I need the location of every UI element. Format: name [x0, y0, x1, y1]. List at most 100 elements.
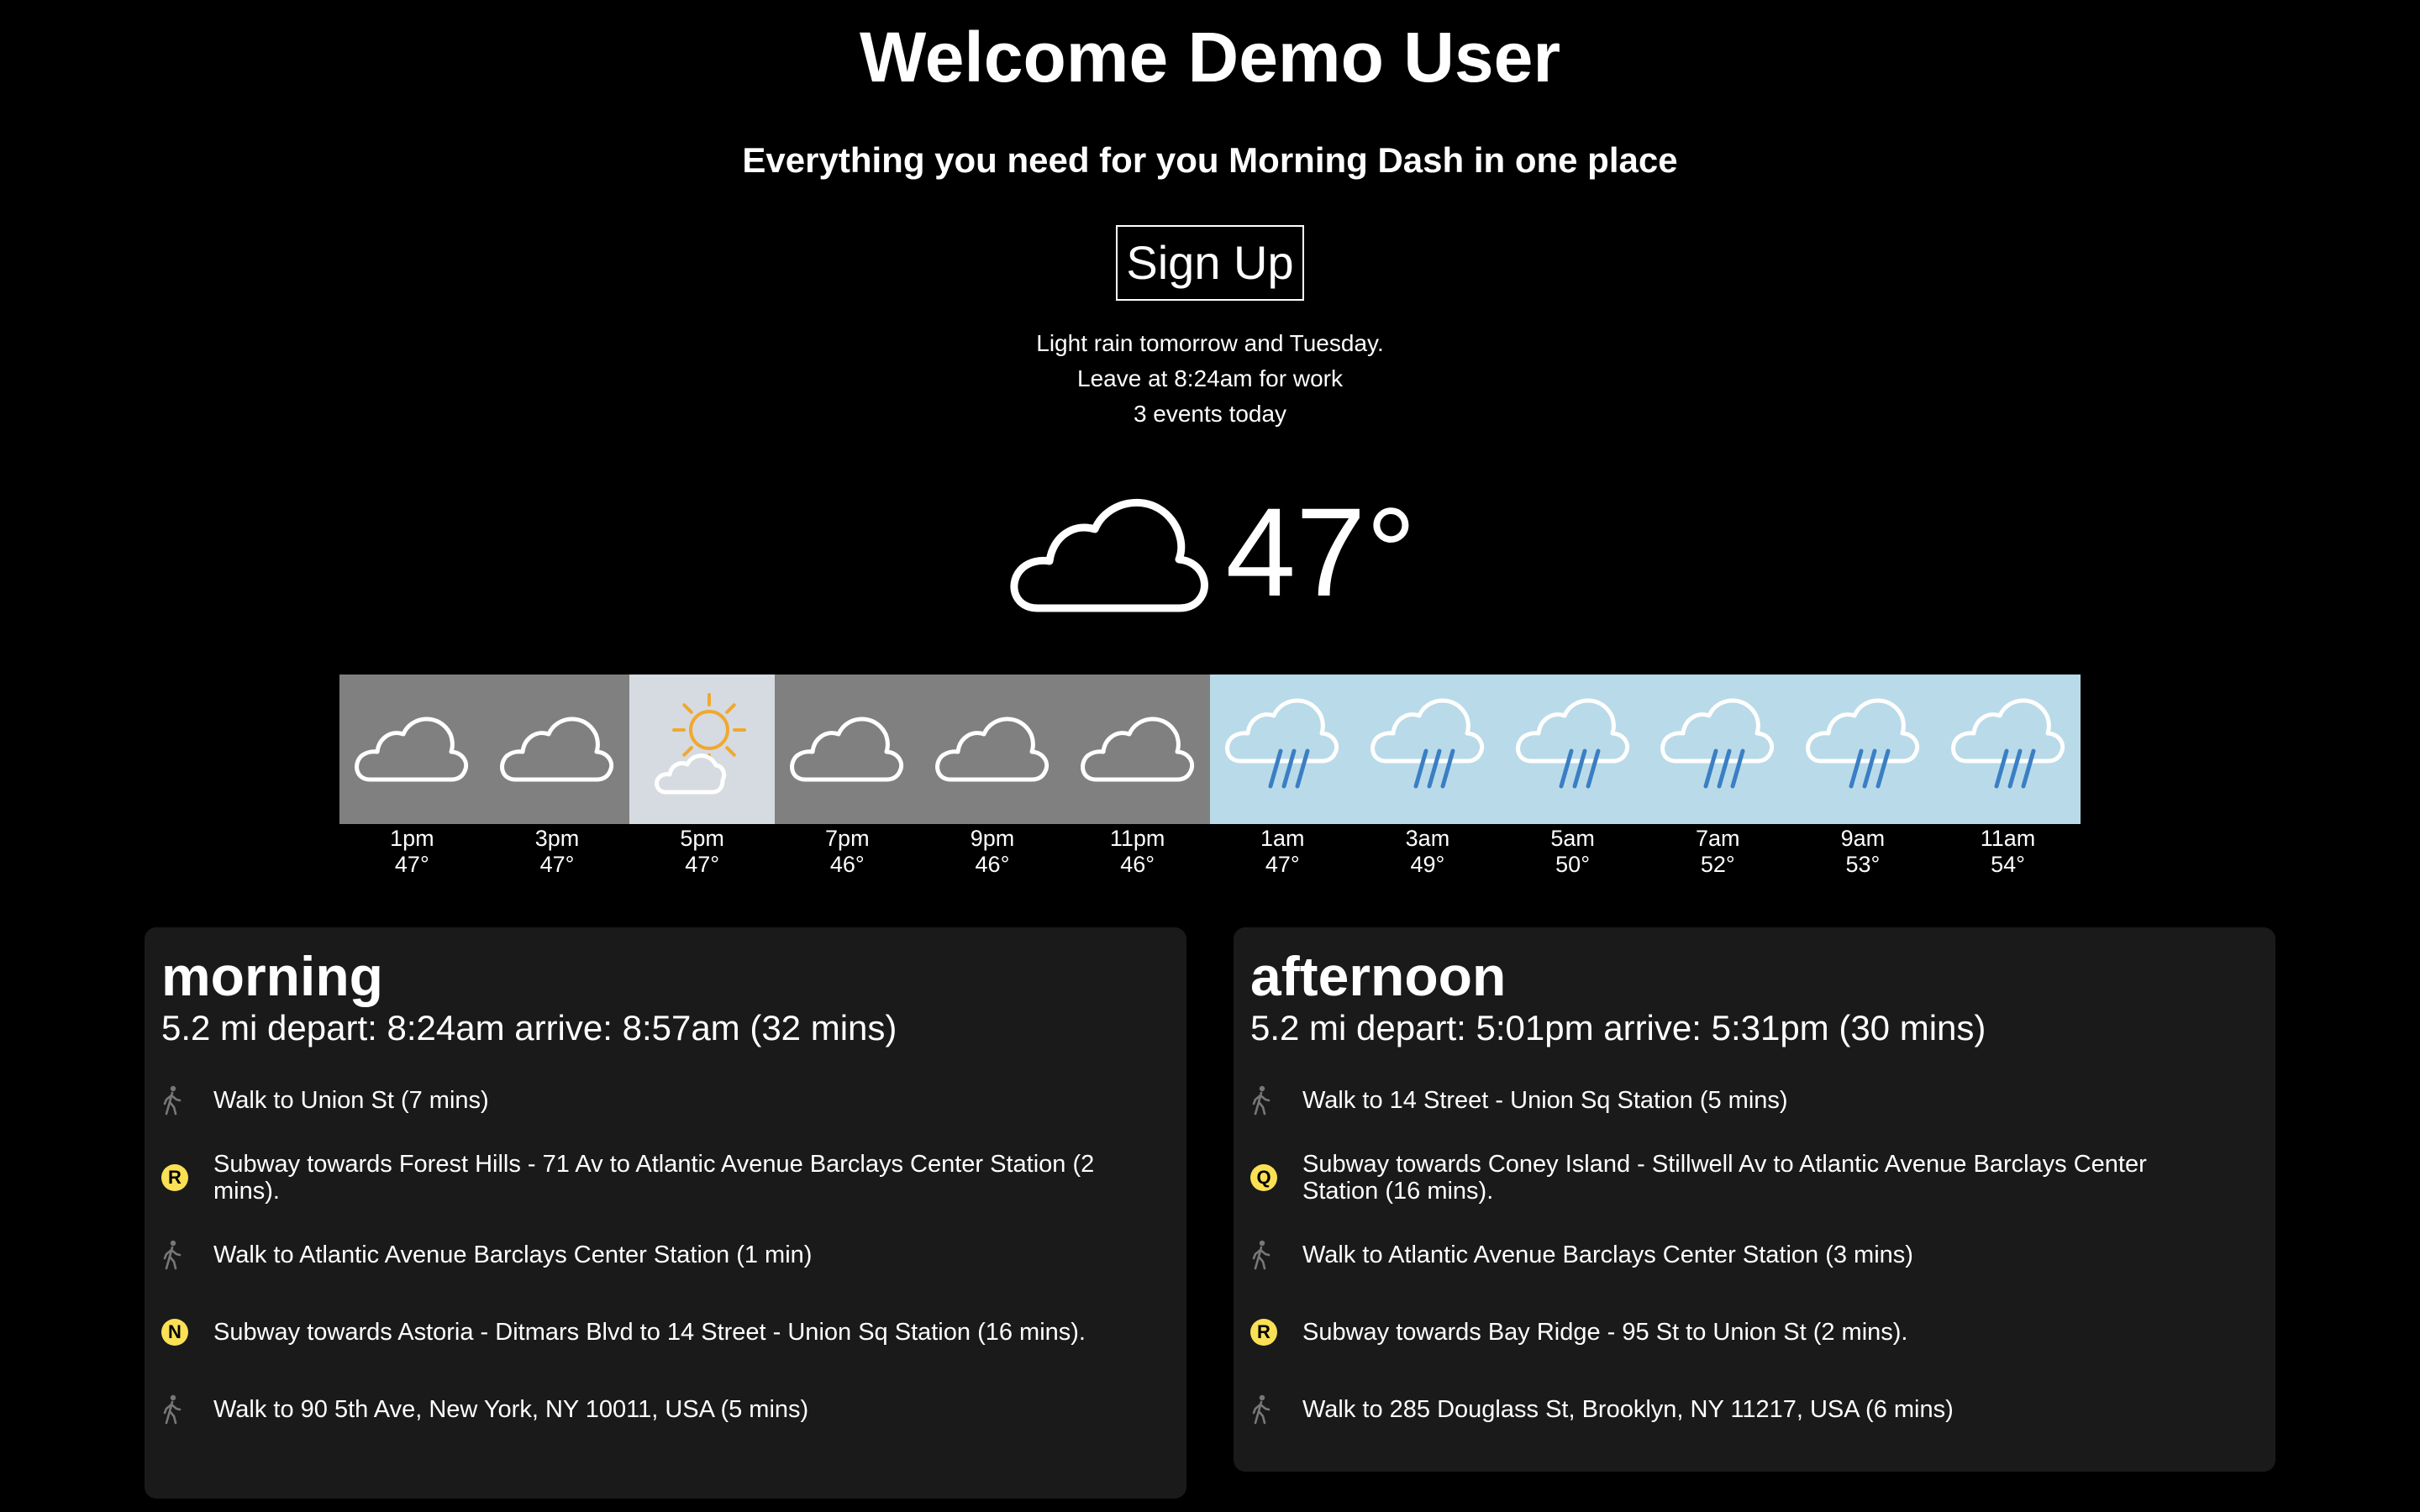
hour-temp: 46° — [1120, 852, 1155, 877]
hour-cell — [1065, 675, 1210, 824]
rain-icon — [1222, 697, 1343, 802]
summary-events: 3 events today — [1133, 401, 1287, 427]
cloud-icon — [351, 707, 472, 792]
route-step: Walk to Atlantic Avenue Barclays Center … — [1250, 1216, 2259, 1294]
hour-label: 9am 53° — [1791, 824, 1936, 878]
hour-time: 5am — [1550, 826, 1595, 851]
walking-person-icon — [161, 1394, 213, 1425]
route-step: Walk to Union St (7 mins) — [161, 1062, 1170, 1139]
current-weather: 47° — [0, 482, 2420, 621]
hour-time: 11pm — [1109, 826, 1165, 851]
afternoon-title: afternoon — [1250, 945, 1507, 1007]
header: Welcome Demo User Everything you need fo… — [0, 0, 2420, 621]
hour-temp: 54° — [1991, 852, 2025, 877]
hour-label: 3am 49° — [1355, 824, 1501, 878]
route-step: R Subway towards Forest Hills - 71 Av to … — [161, 1139, 1170, 1216]
route-step: R Subway towards Bay Ridge - 95 St to Uni… — [1250, 1294, 2259, 1371]
subway-line-letter: N — [161, 1319, 188, 1346]
hour-cell — [774, 675, 920, 824]
daily-summary: Light rain tomorrow and Tuesday. Leave a… — [0, 326, 2420, 432]
route-step-text: Subway towards Astoria - Ditmars Blvd to… — [213, 1319, 1086, 1346]
hour-cell — [1935, 675, 2081, 824]
hourly-forecast: 1pm 47° 3pm 47° 5pm 47° 7pm 46° 9pm 46° 11pm 46° 1am… — [339, 675, 2081, 878]
hour-time: 1pm — [390, 826, 434, 851]
hour-temp: 47° — [685, 852, 720, 877]
afternoon-commute-panel: afternoon 5.2 mi depart: 5:01pm arrive: … — [1234, 927, 2275, 1472]
route-step: Walk to 14 Street - Union Sq Station (5 … — [1250, 1062, 2259, 1139]
route-step-text: Subway towards Forest Hills - 71 Av to A… — [213, 1151, 1095, 1205]
hour-time: 7am — [1695, 826, 1740, 851]
route-step-text: Walk to Atlantic Avenue Barclays Center … — [213, 1242, 813, 1268]
route-step-text: Walk to Atlantic Avenue Barclays Center … — [1302, 1242, 1913, 1268]
sign-up-button[interactable]: Sign Up — [1116, 225, 1304, 301]
hour-time: 3am — [1405, 826, 1450, 851]
cloud-icon — [786, 707, 908, 792]
route-step: Walk to 285 Douglass St, Brooklyn, NY 11… — [1250, 1371, 2259, 1448]
hour-time: 7pm — [825, 826, 870, 851]
cloud-icon — [1077, 707, 1198, 792]
subway-line-letter: Q — [1250, 1164, 1277, 1191]
page-title: Welcome Demo User — [859, 18, 1561, 97]
route-step: Walk to 90 5th Ave, New York, NY 10011, … — [161, 1371, 1170, 1448]
walking-person-icon — [1250, 1394, 1302, 1425]
afternoon-summary: 5.2 mi depart: 5:01pm arrive: 5:31pm (30… — [1250, 1008, 1986, 1047]
route-step: Q Subway towards Coney Island - Stillwell… — [1250, 1139, 2259, 1216]
hour-time: 5pm — [680, 826, 724, 851]
page-subtitle: Everything you need for you Morning Dash… — [742, 140, 1678, 180]
subway-line-badge: N — [161, 1319, 213, 1346]
cloud-icon — [1004, 482, 1209, 621]
subway-line-letter: R — [161, 1164, 188, 1191]
morning-commute-panel: morning 5.2 mi depart: 8:24am arrive: 8:… — [145, 927, 1186, 1499]
subway-line-badge: R — [161, 1164, 213, 1191]
hour-temp: 53° — [1845, 852, 1881, 877]
cloud-icon — [497, 707, 618, 792]
hour-label: 7am 52° — [1645, 824, 1791, 878]
route-step-text: Walk to 14 Street - Union Sq Station (5 … — [1302, 1087, 1788, 1114]
hour-label: 9pm 46° — [920, 824, 1065, 878]
route-step-text: Walk to 285 Douglass St, Brooklyn, NY 11… — [1302, 1396, 1954, 1423]
route-step-text: Subway towards Bay Ridge - 95 St to Unio… — [1302, 1319, 1908, 1346]
subway-line-letter: R — [1250, 1319, 1277, 1346]
hour-temp: 46° — [975, 852, 1010, 877]
route-step-text: Walk to Union St (7 mins) — [213, 1087, 489, 1114]
hour-temp: 47° — [539, 852, 575, 877]
rain-icon — [1367, 697, 1488, 802]
summary-departure: Leave at 8:24am for work — [1077, 365, 1343, 391]
hour-cell — [1209, 675, 1355, 824]
route-step-text: Walk to 90 5th Ave, New York, NY 10011, … — [213, 1396, 809, 1423]
rain-icon — [1657, 697, 1778, 802]
hourly-labels-row: 1pm 47° 3pm 47° 5pm 47° 7pm 46° 9pm 46° 11pm 46° 1am… — [339, 824, 2081, 878]
morning-steps-list: Walk to Union St (7 mins) R Subway towards… — [161, 1062, 1170, 1448]
route-step-text: Subway towards Coney Island - Stillwell … — [1302, 1151, 2147, 1205]
hour-cell — [1644, 675, 1791, 824]
morning-title: morning — [161, 945, 383, 1007]
hour-temp: 49° — [1410, 852, 1445, 877]
hour-label: 5pm 47° — [629, 824, 775, 878]
route-step: N Subway towards Astoria - Ditmars Blvd t… — [161, 1294, 1170, 1371]
hour-temp: 50° — [1555, 852, 1590, 877]
hour-cell — [919, 675, 1065, 824]
hour-time: 3pm — [534, 826, 580, 851]
walking-person-icon — [161, 1085, 213, 1116]
morning-summary: 5.2 mi depart: 8:24am arrive: 8:57am (32… — [161, 1008, 897, 1047]
cloud-icon — [932, 707, 1053, 792]
hour-cell — [339, 675, 485, 824]
hour-temp: 46° — [829, 852, 865, 877]
hourly-icons-row — [339, 675, 2081, 824]
route-step: Walk to Atlantic Avenue Barclays Center … — [161, 1216, 1170, 1294]
hour-temp: 47° — [1265, 852, 1300, 877]
hour-label: 11am 54° — [1935, 824, 2081, 878]
walking-person-icon — [161, 1240, 213, 1270]
hour-time: 9pm — [970, 826, 1015, 851]
subway-line-badge: Q — [1250, 1164, 1302, 1191]
current-temperature: 47° — [1225, 480, 1417, 622]
hour-time: 1am — [1260, 826, 1305, 851]
hour-cell — [1355, 675, 1501, 824]
hour-label: 1am 47° — [1210, 824, 1355, 878]
rain-icon — [1948, 697, 2069, 802]
walking-person-icon — [1250, 1085, 1302, 1116]
hour-temp: 47° — [394, 852, 429, 877]
walking-person-icon — [1250, 1240, 1302, 1270]
hour-label: 1pm 47° — [339, 824, 485, 878]
hour-cell — [1790, 675, 1936, 824]
